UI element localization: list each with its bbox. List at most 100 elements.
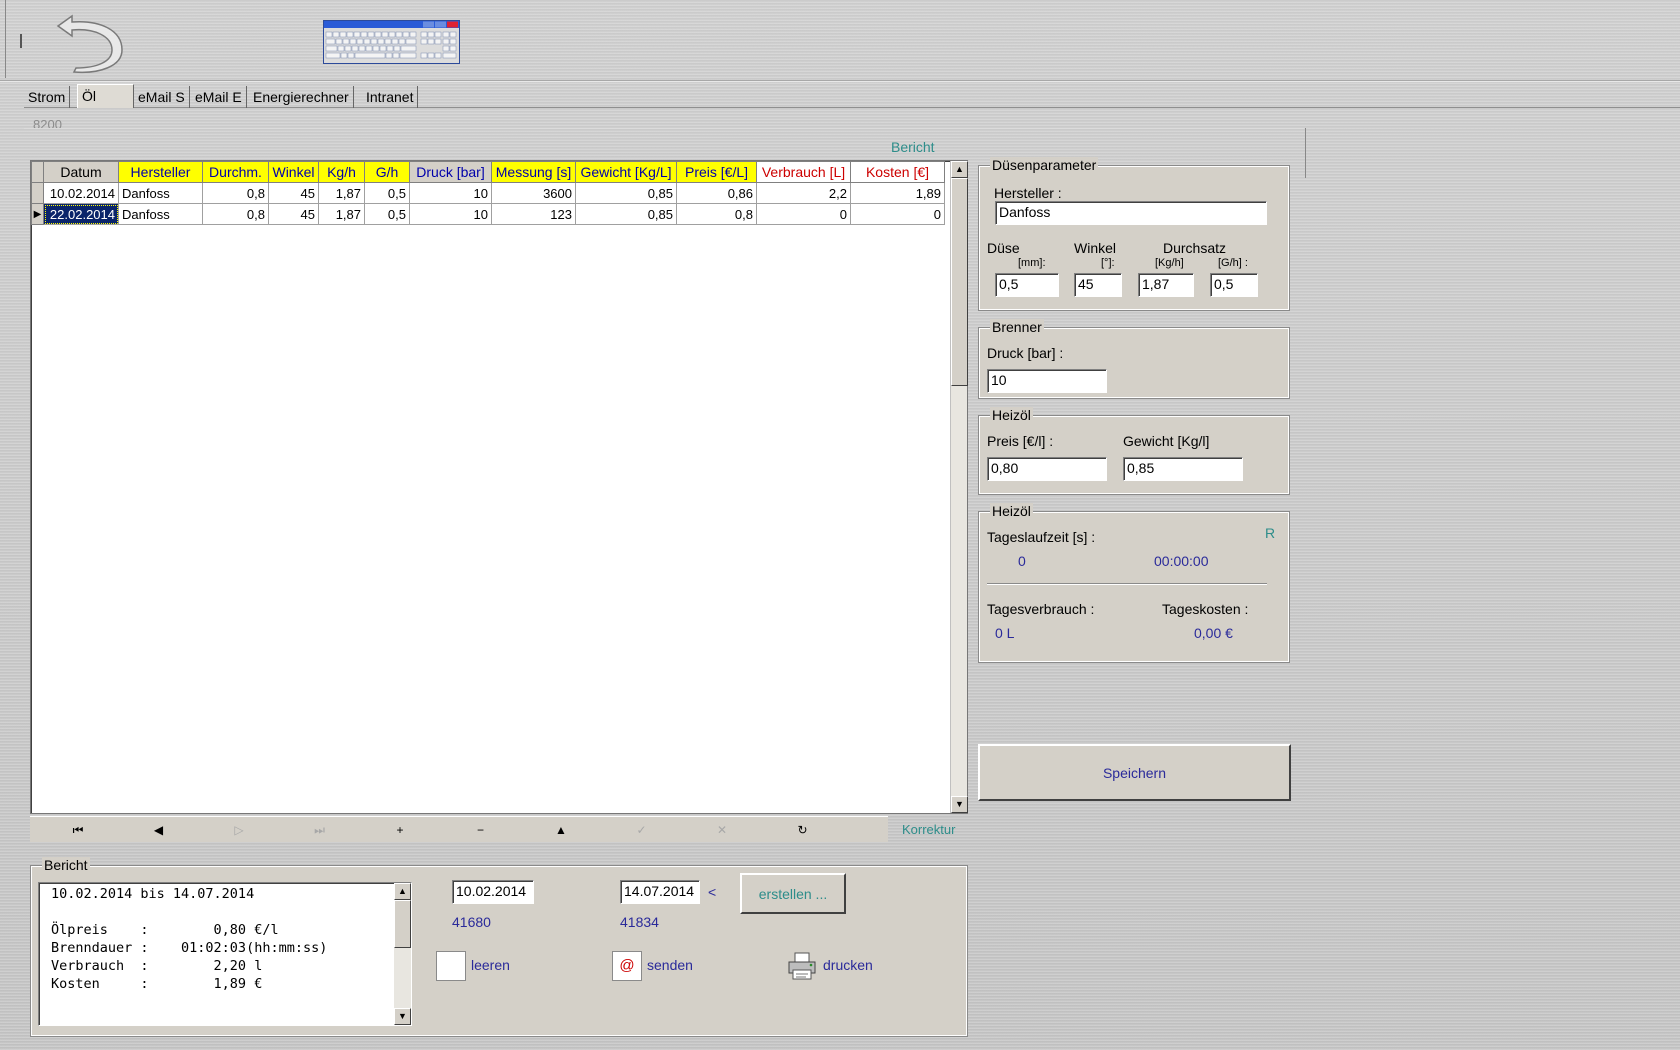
nav-post-icon[interactable]: ✓ bbox=[599, 817, 685, 843]
row-indicator[interactable]: ▶ bbox=[31, 203, 44, 225]
column-header[interactable]: Datum bbox=[43, 161, 119, 183]
from-date-input[interactable] bbox=[456, 883, 530, 899]
tab-strom[interactable]: Strom bbox=[24, 86, 71, 108]
to-date-field[interactable] bbox=[620, 880, 700, 904]
table-cell[interactable]: Danfoss bbox=[118, 203, 203, 225]
table-cell[interactable]: 0,85 bbox=[575, 182, 677, 204]
column-header[interactable]: Winkel bbox=[268, 161, 319, 183]
leeren-label[interactable]: leeren bbox=[471, 957, 510, 973]
table-cell[interactable]: 123 bbox=[491, 203, 576, 225]
table-cell[interactable]: 45 bbox=[268, 182, 319, 204]
winkel-input[interactable] bbox=[1078, 276, 1118, 292]
table-cell[interactable]: 3600 bbox=[491, 182, 576, 204]
duese-field[interactable] bbox=[995, 273, 1059, 297]
preis-field[interactable] bbox=[987, 457, 1107, 481]
kgh-field[interactable] bbox=[1138, 273, 1194, 297]
bericht-link[interactable]: Bericht bbox=[891, 139, 935, 155]
table-cell[interactable]: 10 bbox=[409, 203, 492, 225]
printer-icon[interactable] bbox=[787, 951, 817, 981]
table-cell[interactable]: 10 bbox=[409, 182, 492, 204]
gewicht-field[interactable] bbox=[1123, 457, 1243, 481]
tab-oel[interactable]: Öl bbox=[77, 84, 134, 108]
tab-email-e[interactable]: eMail E bbox=[191, 86, 247, 108]
duese-input[interactable] bbox=[999, 276, 1055, 292]
tab-energierechner[interactable]: Energierechner bbox=[249, 86, 354, 108]
table-cell[interactable]: 0,8 bbox=[202, 182, 269, 204]
preis-input[interactable] bbox=[991, 460, 1103, 476]
nav-last-icon[interactable]: ⏭ bbox=[277, 817, 363, 843]
table-cell[interactable]: Danfoss bbox=[118, 182, 203, 204]
scroll-down-icon[interactable]: ▼ bbox=[394, 1008, 411, 1025]
scroll-down-icon[interactable]: ▼ bbox=[951, 796, 968, 813]
kgh-input[interactable] bbox=[1142, 276, 1190, 292]
tab-intranet[interactable]: Intranet bbox=[362, 86, 419, 108]
drucken-label[interactable]: drucken bbox=[823, 957, 873, 973]
nav-first-icon[interactable]: ⏮ bbox=[35, 817, 121, 843]
table-cell[interactable]: 1,87 bbox=[318, 203, 365, 225]
speichern-button[interactable]: Speichern bbox=[978, 744, 1291, 801]
table-cell[interactable]: 0,8 bbox=[202, 203, 269, 225]
column-header[interactable]: Durchm. bbox=[202, 161, 269, 183]
row-indicator[interactable] bbox=[31, 182, 44, 204]
back-arrow-icon[interactable] bbox=[50, 8, 130, 76]
column-header[interactable]: Druck [bar] bbox=[409, 161, 492, 183]
to-date-input[interactable] bbox=[624, 883, 696, 899]
column-header[interactable]: Verbrauch [L] bbox=[756, 161, 851, 183]
scroll-thumb[interactable] bbox=[394, 900, 411, 948]
winkel-field[interactable] bbox=[1074, 273, 1122, 297]
table-cell[interactable]: 2,2 bbox=[756, 182, 851, 204]
tab-label: Intranet bbox=[366, 89, 414, 105]
email-at-icon[interactable]: @ bbox=[612, 951, 642, 981]
nav-cancel-icon[interactable]: ✕ bbox=[679, 817, 765, 843]
table-cell[interactable]: 0,5 bbox=[364, 203, 410, 225]
gewicht-input[interactable] bbox=[1127, 460, 1239, 476]
scroll-thumb[interactable] bbox=[951, 178, 968, 386]
column-header[interactable]: Hersteller bbox=[118, 161, 203, 183]
scroll-up-icon[interactable]: ▲ bbox=[394, 883, 411, 900]
nav-next-icon[interactable]: ▷ bbox=[196, 817, 282, 843]
grid-scrollbar[interactable]: ▲ ▼ bbox=[950, 161, 968, 813]
on-screen-keyboard-icon[interactable] bbox=[323, 20, 460, 64]
table-cell[interactable]: 0 bbox=[756, 203, 851, 225]
senden-label[interactable]: senden bbox=[647, 957, 693, 973]
table-cell[interactable]: 45 bbox=[268, 203, 319, 225]
table-cell[interactable]: 0,86 bbox=[676, 182, 757, 204]
table-cell[interactable]: 0,5 bbox=[364, 182, 410, 204]
nav-prior-icon[interactable]: ◀ bbox=[116, 817, 202, 843]
memo-scrollbar[interactable]: ▲ ▼ bbox=[394, 883, 411, 1025]
druck-input[interactable] bbox=[991, 372, 1103, 388]
column-header[interactable]: G/h bbox=[364, 161, 410, 183]
column-header[interactable]: Messung [s] bbox=[491, 161, 576, 183]
to-serial: 41834 bbox=[620, 914, 659, 930]
hersteller-field[interactable] bbox=[995, 201, 1267, 225]
nav-insert-icon[interactable]: + bbox=[357, 817, 443, 843]
table-cell[interactable]: 0,85 bbox=[575, 203, 677, 225]
gh-input[interactable] bbox=[1214, 276, 1254, 292]
scroll-up-icon[interactable]: ▲ bbox=[951, 161, 968, 178]
table-cell[interactable]: 1,87 bbox=[318, 182, 365, 204]
leeren-checkbox[interactable] bbox=[436, 951, 466, 981]
table-row[interactable]: ▶ 22.02.2014 Danfoss 0,8 45 1,87 0,5 10 123 0,85 0… bbox=[31, 203, 945, 225]
nav-refresh-icon[interactable]: ↻ bbox=[760, 817, 846, 843]
table-cell[interactable]: 0 bbox=[850, 203, 945, 225]
table-cell[interactable]: 0,8 bbox=[676, 203, 757, 225]
korrektur-link[interactable]: Korrektur bbox=[902, 822, 955, 837]
table-cell[interactable]: 1,89 bbox=[850, 182, 945, 204]
bericht-memo[interactable]: 10.02.2014 bis 14.07.2014 Ölpreis : 0,80… bbox=[38, 882, 412, 1026]
druck-field[interactable] bbox=[987, 369, 1107, 393]
table-cell[interactable]: 22.02.2014 bbox=[43, 203, 119, 225]
erstellen-button[interactable]: erstellen ... bbox=[740, 873, 846, 914]
column-header[interactable]: Gewicht [Kg/L] bbox=[575, 161, 677, 183]
nav-delete-icon[interactable]: − bbox=[438, 817, 524, 843]
tab-email-s[interactable]: eMail S bbox=[134, 86, 190, 108]
hersteller-input[interactable] bbox=[999, 204, 1263, 220]
column-header[interactable]: Preis [€/L] bbox=[676, 161, 757, 183]
column-header[interactable]: Kosten [€] bbox=[850, 161, 945, 183]
table-cell[interactable]: 10.02.2014 bbox=[43, 182, 119, 204]
column-header[interactable]: Kg/h bbox=[318, 161, 365, 183]
gh-field[interactable] bbox=[1210, 273, 1258, 297]
nav-edit-icon[interactable]: ▲ bbox=[518, 817, 604, 843]
table-row[interactable]: 10.02.2014 Danfoss 0,8 45 1,87 0,5 10 3600 0,85 0… bbox=[31, 182, 945, 204]
from-date-field[interactable] bbox=[452, 880, 534, 904]
data-grid[interactable]: Datum Hersteller Durchm. Winkel Kg/h G/h Druck… bbox=[30, 160, 968, 814]
